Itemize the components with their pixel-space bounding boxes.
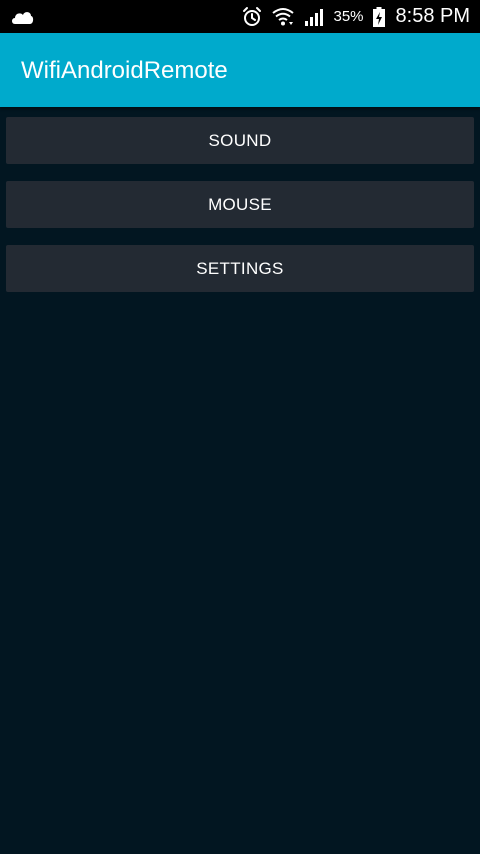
status-bar: 35% 8:58 PM — [0, 0, 480, 33]
battery-percent: 35% — [333, 8, 364, 25]
cloud-icon — [10, 6, 34, 28]
battery-charging-icon — [372, 6, 386, 28]
settings-button[interactable]: SETTINGS — [6, 245, 474, 292]
status-time: 8:58 PM — [395, 5, 470, 27]
status-icons: 35% 8:58 PM — [241, 0, 470, 33]
app-bar: WifiAndroidRemote — [0, 33, 480, 107]
cell-signal-icon — [303, 7, 325, 27]
alarm-clock-icon — [241, 6, 263, 28]
wifi-icon — [271, 6, 295, 28]
app-title: WifiAndroidRemote — [21, 57, 228, 84]
mouse-button[interactable]: MOUSE — [6, 181, 474, 228]
sound-button[interactable]: SOUND — [6, 117, 474, 164]
